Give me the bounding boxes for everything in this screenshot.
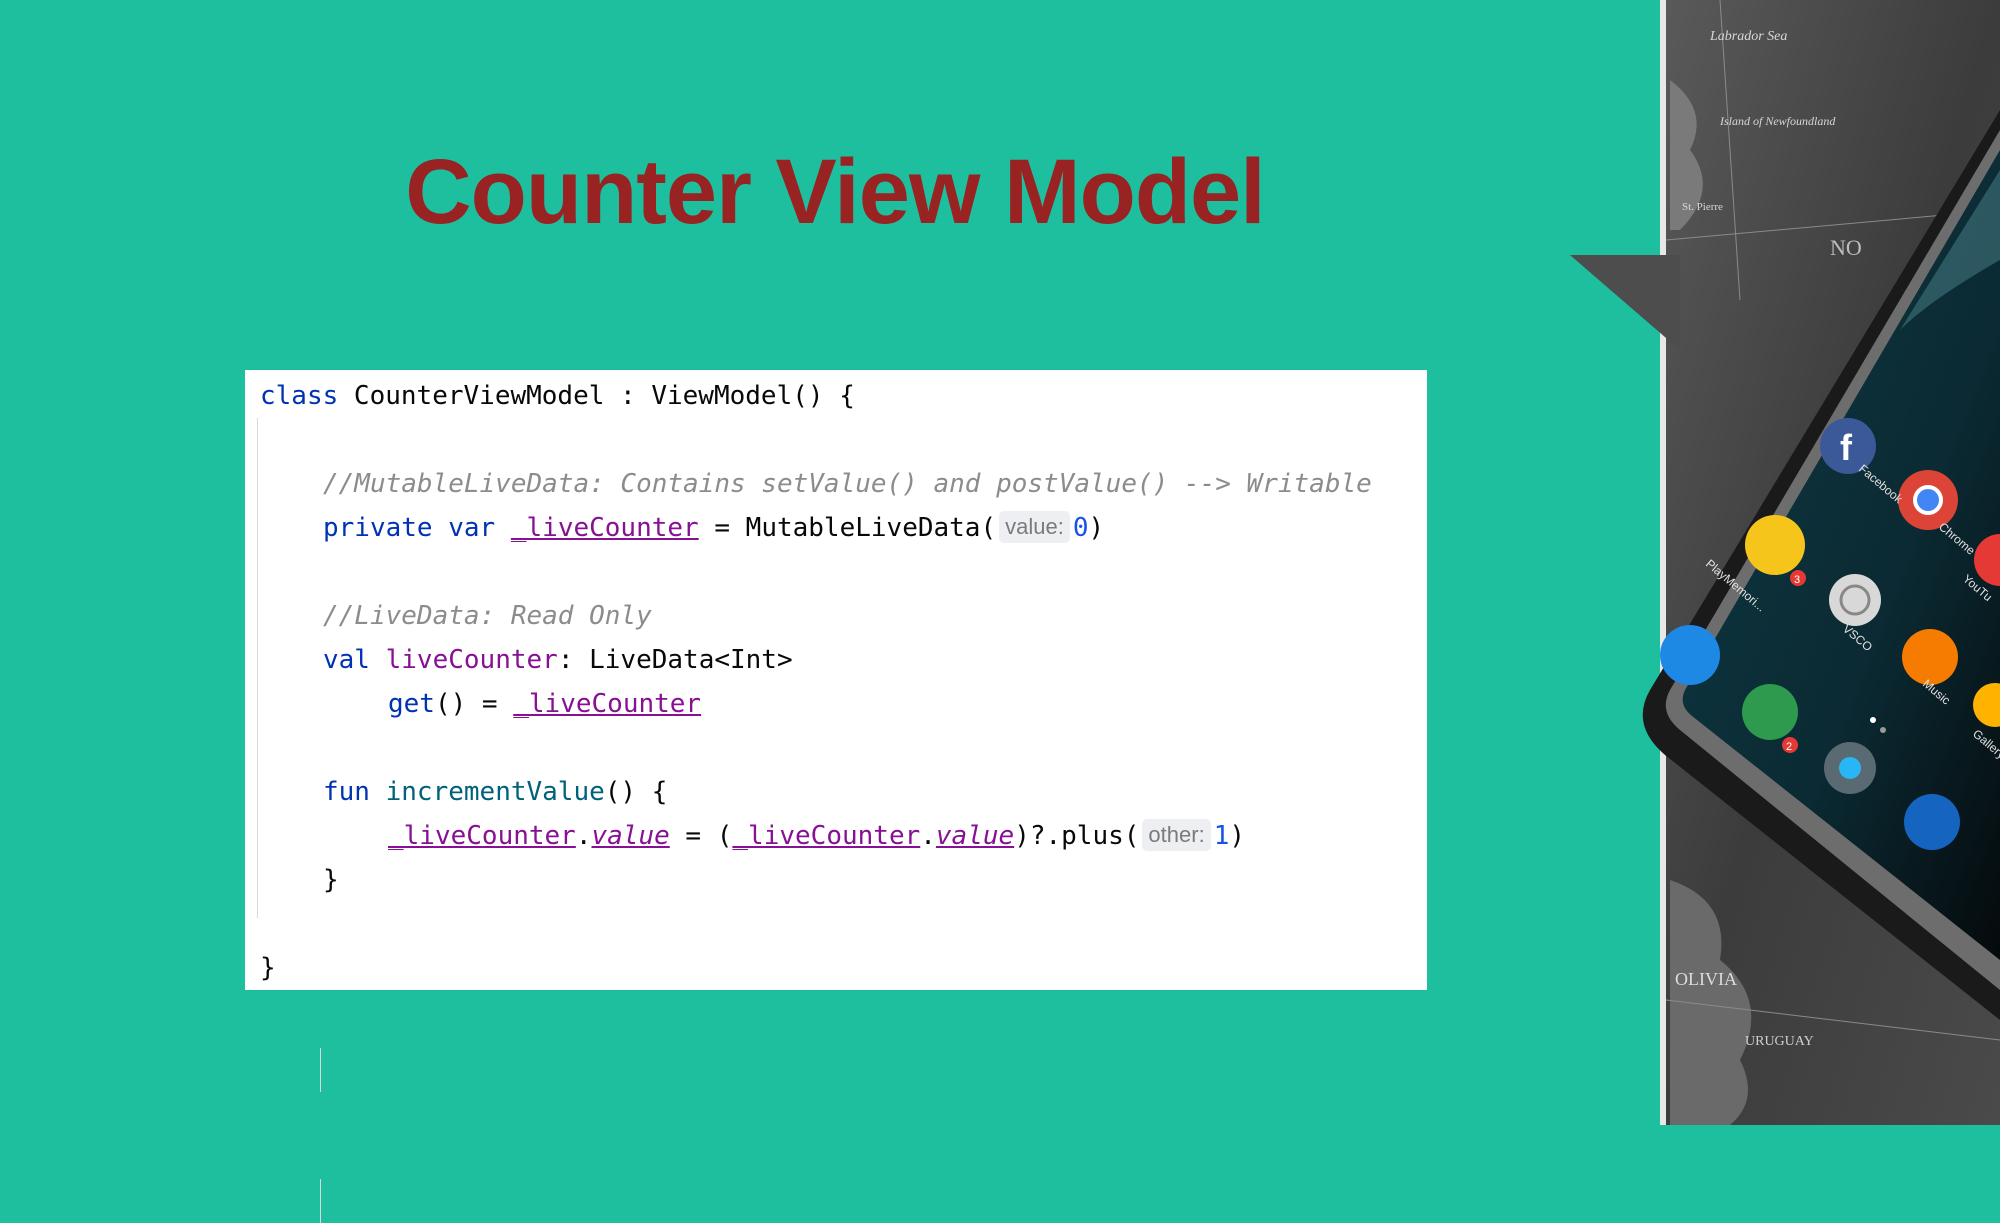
code-text: } (260, 953, 276, 983)
map-label: NO (1830, 235, 1862, 260)
property-name: value (935, 821, 1015, 851)
code-line-6: //LiveData: Read Only (323, 594, 652, 638)
map-label: Labrador Sea (1709, 29, 1787, 44)
code-text: = MutableLiveData( (698, 513, 997, 543)
camera-lens (1839, 757, 1861, 779)
code-line-1: class CounterViewModel : ViewModel() { (260, 374, 855, 418)
map-label: St. Pierre (1682, 201, 1723, 213)
ribbon-notch (1570, 255, 1680, 350)
map-label: URUGUAY (1745, 1034, 1814, 1049)
number-literal: 1 (1213, 821, 1230, 851)
code-text: = ( (669, 821, 733, 851)
parameter-hint: value: (999, 510, 1070, 543)
code-line-10: fun incrementValue() { (323, 770, 667, 814)
indent-guide (320, 1179, 321, 1223)
badge-count: 3 (1794, 574, 1800, 586)
keyword: val (323, 645, 370, 675)
code-text: . (920, 821, 936, 851)
facebook-glyph: f (1840, 427, 1853, 468)
function-name: incrementValue (385, 777, 605, 807)
property-name: _liveCounter (510, 513, 699, 543)
code-text: ) (1088, 513, 1105, 543)
keyword: private (323, 513, 433, 543)
code-text: CounterViewModel : ViewModel() { (338, 381, 855, 411)
slide-title: Counter View Model (405, 141, 1266, 243)
page-dot (1880, 727, 1886, 733)
parameter-hint: other: (1142, 818, 1211, 851)
code-text: () { (604, 777, 668, 807)
code-line-4: private var _liveCounter = MutableLiveDa… (323, 506, 1104, 550)
keyword: class (260, 381, 339, 411)
hangouts-icon (1742, 684, 1798, 740)
code-line-14: } (260, 946, 276, 990)
code-snippet: class CounterViewModel : ViewModel() { /… (245, 370, 1427, 1223)
property-name: _liveCounter (732, 821, 921, 851)
code-line-3: //MutableLiveData: Contains setValue() a… (323, 462, 1372, 506)
code-text: ) (1229, 821, 1245, 851)
vsco-icon (1829, 574, 1881, 626)
code-line-7: val liveCounter: LiveData<Int> (323, 638, 793, 682)
playmemories-icon (1745, 515, 1805, 575)
chrome-center (1913, 485, 1943, 515)
phone-on-map-picture: Labrador Sea Island of Newfoundland St. … (1570, 0, 2000, 1125)
code-line-12: } (323, 858, 339, 902)
keyword: fun (323, 777, 370, 807)
keyword: get (388, 689, 435, 719)
code-comment: //LiveData: Read Only (323, 601, 652, 631)
indent-guide (257, 418, 258, 918)
code-text: } (323, 865, 339, 895)
code-line-8: get() = _liveCounter (388, 682, 701, 726)
code-comment: //MutableLiveData: Contains setValue() a… (323, 469, 1372, 499)
number-literal: 0 (1072, 513, 1089, 543)
messenger-icon (1660, 625, 1720, 685)
map-label: Island of Newfoundland (1719, 114, 1836, 128)
map-label: OLIVIA (1675, 969, 1737, 989)
indent-guide (320, 1048, 321, 1092)
keyword: var (448, 513, 496, 543)
code-text: : LiveData<Int> (557, 645, 793, 675)
code-text: () = (434, 689, 514, 719)
property-name: value (591, 821, 670, 851)
code-line-11: _liveCounter.value = (_liveCounter.value… (388, 814, 1245, 858)
phone-map-illustration: Labrador Sea Island of Newfoundland St. … (1570, 0, 2000, 1125)
code-text: . (575, 821, 592, 851)
property-name: liveCounter (385, 645, 558, 675)
code-text: )?.plus( (1014, 821, 1140, 851)
property-name: _liveCounter (388, 821, 576, 851)
map-edge (1660, 0, 1666, 1125)
property-name: _liveCounter (513, 689, 702, 719)
page-dot (1870, 717, 1876, 723)
badge-count: 2 (1786, 741, 1792, 753)
phone-icon (1904, 794, 1960, 850)
